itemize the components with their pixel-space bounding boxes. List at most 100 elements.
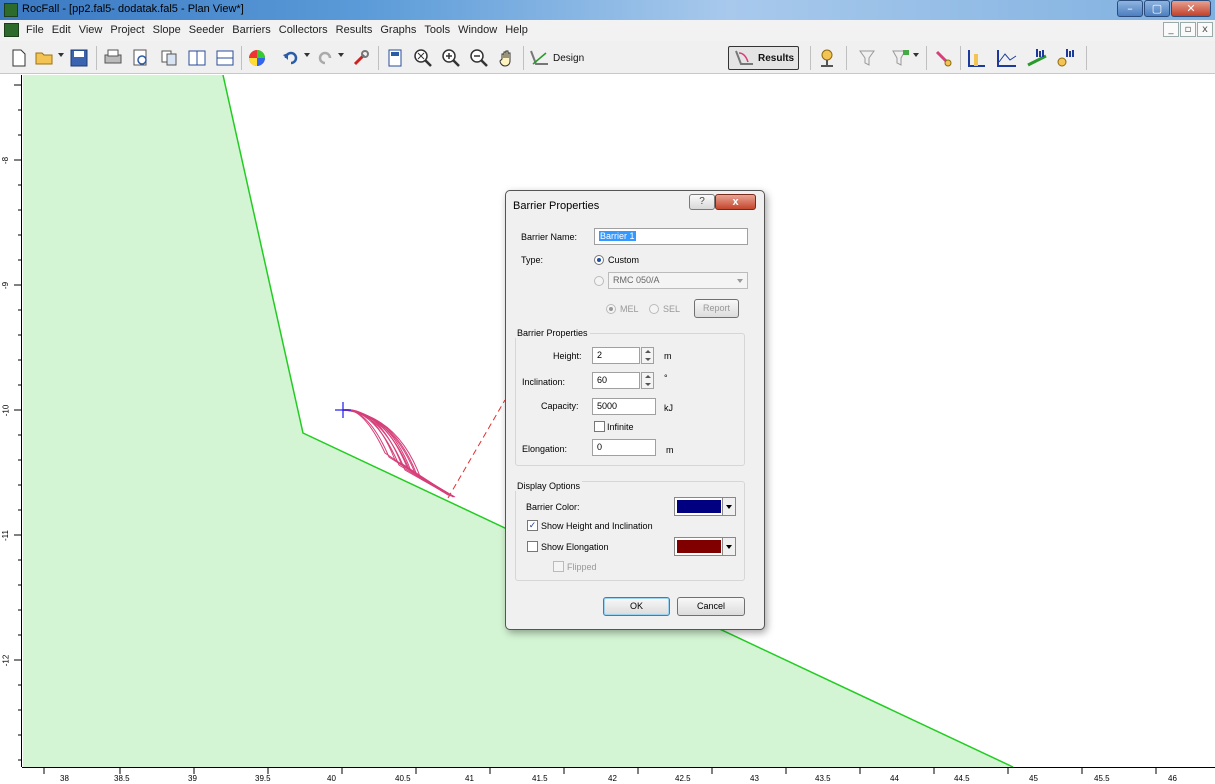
copy-icon[interactable] bbox=[158, 47, 180, 69]
filter-options-icon[interactable] bbox=[890, 47, 912, 69]
toolbar-separator bbox=[1086, 46, 1087, 70]
x-tick-label: 42.5 bbox=[675, 774, 691, 783]
barrier-color-swatch bbox=[677, 500, 721, 513]
type-custom-radio[interactable] bbox=[594, 255, 604, 265]
height-field[interactable]: 2 bbox=[592, 347, 640, 364]
results-button[interactable]: Results bbox=[728, 46, 800, 70]
toolbar-separator bbox=[926, 46, 927, 70]
inclination-stepper[interactable] bbox=[641, 372, 654, 389]
barrier-name-field[interactable]: Barrier 1 bbox=[594, 228, 748, 245]
undo-dropdown-icon[interactable] bbox=[304, 53, 310, 57]
graph-histogram-icon[interactable] bbox=[1026, 47, 1048, 69]
redo-dropdown-icon[interactable] bbox=[338, 53, 344, 57]
zoom-out-icon[interactable] bbox=[468, 47, 490, 69]
menu-tools[interactable]: Tools bbox=[420, 24, 454, 36]
maximize-button[interactable]: ▢ bbox=[1144, 0, 1170, 17]
menu-view[interactable]: View bbox=[75, 24, 107, 36]
help-button[interactable]: ? bbox=[689, 194, 715, 210]
open-icon[interactable] bbox=[34, 47, 56, 69]
rocfall-window: RocFall - [pp2.fal5- dodatak.fal5 - Plan… bbox=[0, 0, 1215, 783]
doc-restore-button[interactable]: ▫ bbox=[1180, 22, 1196, 37]
dialog-close-button[interactable]: x bbox=[715, 194, 756, 210]
filter-dropdown-icon[interactable] bbox=[913, 53, 919, 57]
report-button[interactable]: Report bbox=[694, 299, 739, 318]
new-icon[interactable] bbox=[8, 47, 30, 69]
type-preset-radio[interactable] bbox=[594, 276, 604, 286]
infinite-label: Infinite bbox=[607, 422, 634, 432]
toolbar-separator bbox=[810, 46, 811, 70]
undo-icon[interactable] bbox=[280, 47, 302, 69]
open-dropdown-icon[interactable] bbox=[58, 53, 64, 57]
document-icon[interactable] bbox=[4, 23, 19, 37]
minimize-button[interactable]: – bbox=[1117, 0, 1143, 17]
pan-icon[interactable] bbox=[496, 47, 518, 69]
graph-energy-icon[interactable] bbox=[1056, 47, 1078, 69]
menu-results[interactable]: Results bbox=[332, 24, 377, 36]
probe-icon[interactable] bbox=[816, 47, 838, 69]
height-stepper[interactable] bbox=[641, 347, 654, 364]
ok-button[interactable]: OK bbox=[603, 597, 670, 616]
wrench-icon[interactable] bbox=[350, 47, 372, 69]
graph-path-icon[interactable] bbox=[996, 47, 1018, 69]
barrier-name-value: Barrier 1 bbox=[599, 231, 636, 241]
zoom-all-icon[interactable] bbox=[412, 47, 434, 69]
zoom-in-icon[interactable] bbox=[440, 47, 462, 69]
x-tick-label: 40 bbox=[327, 774, 336, 783]
redo-icon[interactable] bbox=[314, 47, 336, 69]
results-icon bbox=[735, 50, 753, 65]
tile-horizontal-icon[interactable] bbox=[214, 47, 236, 69]
seeder-crosshair bbox=[335, 402, 351, 418]
doc-minimize-button[interactable]: _ bbox=[1163, 22, 1179, 37]
doc-close-button[interactable]: x bbox=[1197, 22, 1213, 37]
capacity-field[interactable]: 5000 bbox=[592, 398, 656, 415]
menu-file[interactable]: File bbox=[22, 24, 48, 36]
menu-seeder[interactable]: Seeder bbox=[185, 24, 228, 36]
menu-slope[interactable]: Slope bbox=[149, 24, 185, 36]
x-tick-label: 41 bbox=[465, 774, 474, 783]
x-tick-label: 39 bbox=[188, 774, 197, 783]
show-height-checkbox[interactable]: ✓ bbox=[527, 520, 538, 531]
x-tick-label: 39.5 bbox=[255, 774, 271, 783]
barrier-color-picker[interactable] bbox=[674, 497, 736, 516]
x-tick-label: 45.5 bbox=[1094, 774, 1110, 783]
tile-vertical-icon[interactable] bbox=[186, 47, 208, 69]
vertical-ruler: -8 -9 -10 -11 -12 bbox=[0, 75, 22, 767]
filter-icon[interactable] bbox=[856, 47, 878, 69]
y-tick-label: -11 bbox=[0, 530, 10, 541]
print-icon[interactable] bbox=[102, 47, 124, 69]
menu-window[interactable]: Window bbox=[454, 24, 501, 36]
flipped-checkbox[interactable] bbox=[553, 561, 564, 572]
menu-list: File Edit View Project Slope Seeder Barr… bbox=[22, 24, 532, 36]
color-wheel-icon[interactable] bbox=[246, 47, 268, 69]
info-icon[interactable] bbox=[384, 47, 406, 69]
type-custom-label: Custom bbox=[608, 255, 640, 265]
menu-edit[interactable]: Edit bbox=[48, 24, 75, 36]
chevron-down-icon bbox=[737, 279, 743, 283]
close-button[interactable]: ✕ bbox=[1171, 0, 1211, 17]
menu-barriers[interactable]: Barriers bbox=[228, 24, 275, 36]
print-preview-icon[interactable] bbox=[130, 47, 152, 69]
menu-collectors[interactable]: Collectors bbox=[275, 24, 332, 36]
window-title: RocFall - [pp2.fal5- dodatak.fal5 - Plan… bbox=[22, 3, 244, 15]
inclination-field[interactable]: 60 bbox=[592, 372, 640, 389]
infinite-checkbox[interactable] bbox=[594, 421, 605, 432]
barrier-name-label: Barrier Name: bbox=[521, 232, 578, 242]
save-icon[interactable] bbox=[68, 47, 90, 69]
elongation-color-picker[interactable] bbox=[674, 537, 736, 556]
preset-combo[interactable]: RMC 050/A bbox=[608, 272, 748, 289]
menu-project[interactable]: Project bbox=[106, 24, 148, 36]
dialog-title: Barrier Properties bbox=[513, 200, 600, 212]
cancel-button[interactable]: Cancel bbox=[677, 597, 745, 616]
show-elongation-checkbox[interactable] bbox=[527, 541, 538, 552]
highlight-icon[interactable] bbox=[932, 47, 954, 69]
mel-radio[interactable] bbox=[606, 304, 616, 314]
capacity-label: Capacity: bbox=[541, 401, 579, 411]
elongation-field[interactable]: 0 bbox=[592, 439, 656, 456]
design-button[interactable]: Design bbox=[528, 46, 584, 70]
graph-endpoints-icon[interactable] bbox=[966, 47, 988, 69]
menu-help[interactable]: Help bbox=[501, 24, 532, 36]
menu-graphs[interactable]: Graphs bbox=[376, 24, 420, 36]
capacity-unit: kJ bbox=[664, 403, 673, 413]
sel-radio[interactable] bbox=[649, 304, 659, 314]
toolbar-separator bbox=[846, 46, 847, 70]
